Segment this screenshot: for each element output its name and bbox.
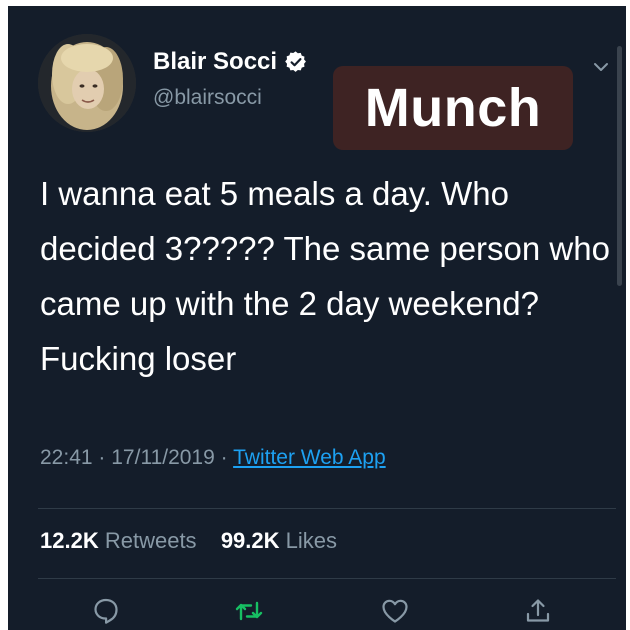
share-icon[interactable] [523,596,553,626]
overlay-label: Munch [333,66,573,150]
likes-label: Likes [285,528,338,553]
divider [38,508,616,509]
tweet-text: I wanna eat 5 meals a day. Who decided 3… [40,175,610,377]
retweets-stat[interactable]: 12.2K Retweets [40,528,203,553]
likes-count: 99.2K [220,528,280,553]
scrollbar[interactable] [617,46,622,286]
heart-icon[interactable] [380,596,410,626]
overlay-label-text: Munch [364,78,542,138]
tweet-time[interactable]: 22:41 [40,446,93,469]
chevron-down-icon[interactable] [590,56,612,78]
reply-icon[interactable] [91,596,121,626]
avatar[interactable] [38,34,136,132]
tweet-date[interactable]: 17/11/2019 [111,446,215,469]
retweets-label: Retweets [104,528,197,553]
divider [38,578,616,579]
tweet-meta: 22:41 · 17/11/2019 · Twitter Web App [40,446,386,470]
author-name-row[interactable]: Blair Socci [153,48,307,76]
retweet-icon[interactable] [234,596,264,626]
author-display-name[interactable]: Blair Socci [153,48,277,76]
verified-badge-icon [285,51,307,72]
tweet-card: Blair Socci @blairsocci Munch I wanna ea… [8,6,626,630]
tweet-source-link[interactable]: Twitter Web App [233,446,386,469]
meta-separator: · [98,446,106,469]
author-handle[interactable]: @blairsocci [153,86,262,110]
meta-separator: · [220,446,228,469]
avatar-photo [38,34,136,132]
retweets-count: 12.2K [40,528,99,553]
tweet-stats: 12.2K Retweets 99.2K Likes [40,528,337,554]
likes-stat[interactable]: 99.2K Likes [221,528,337,553]
